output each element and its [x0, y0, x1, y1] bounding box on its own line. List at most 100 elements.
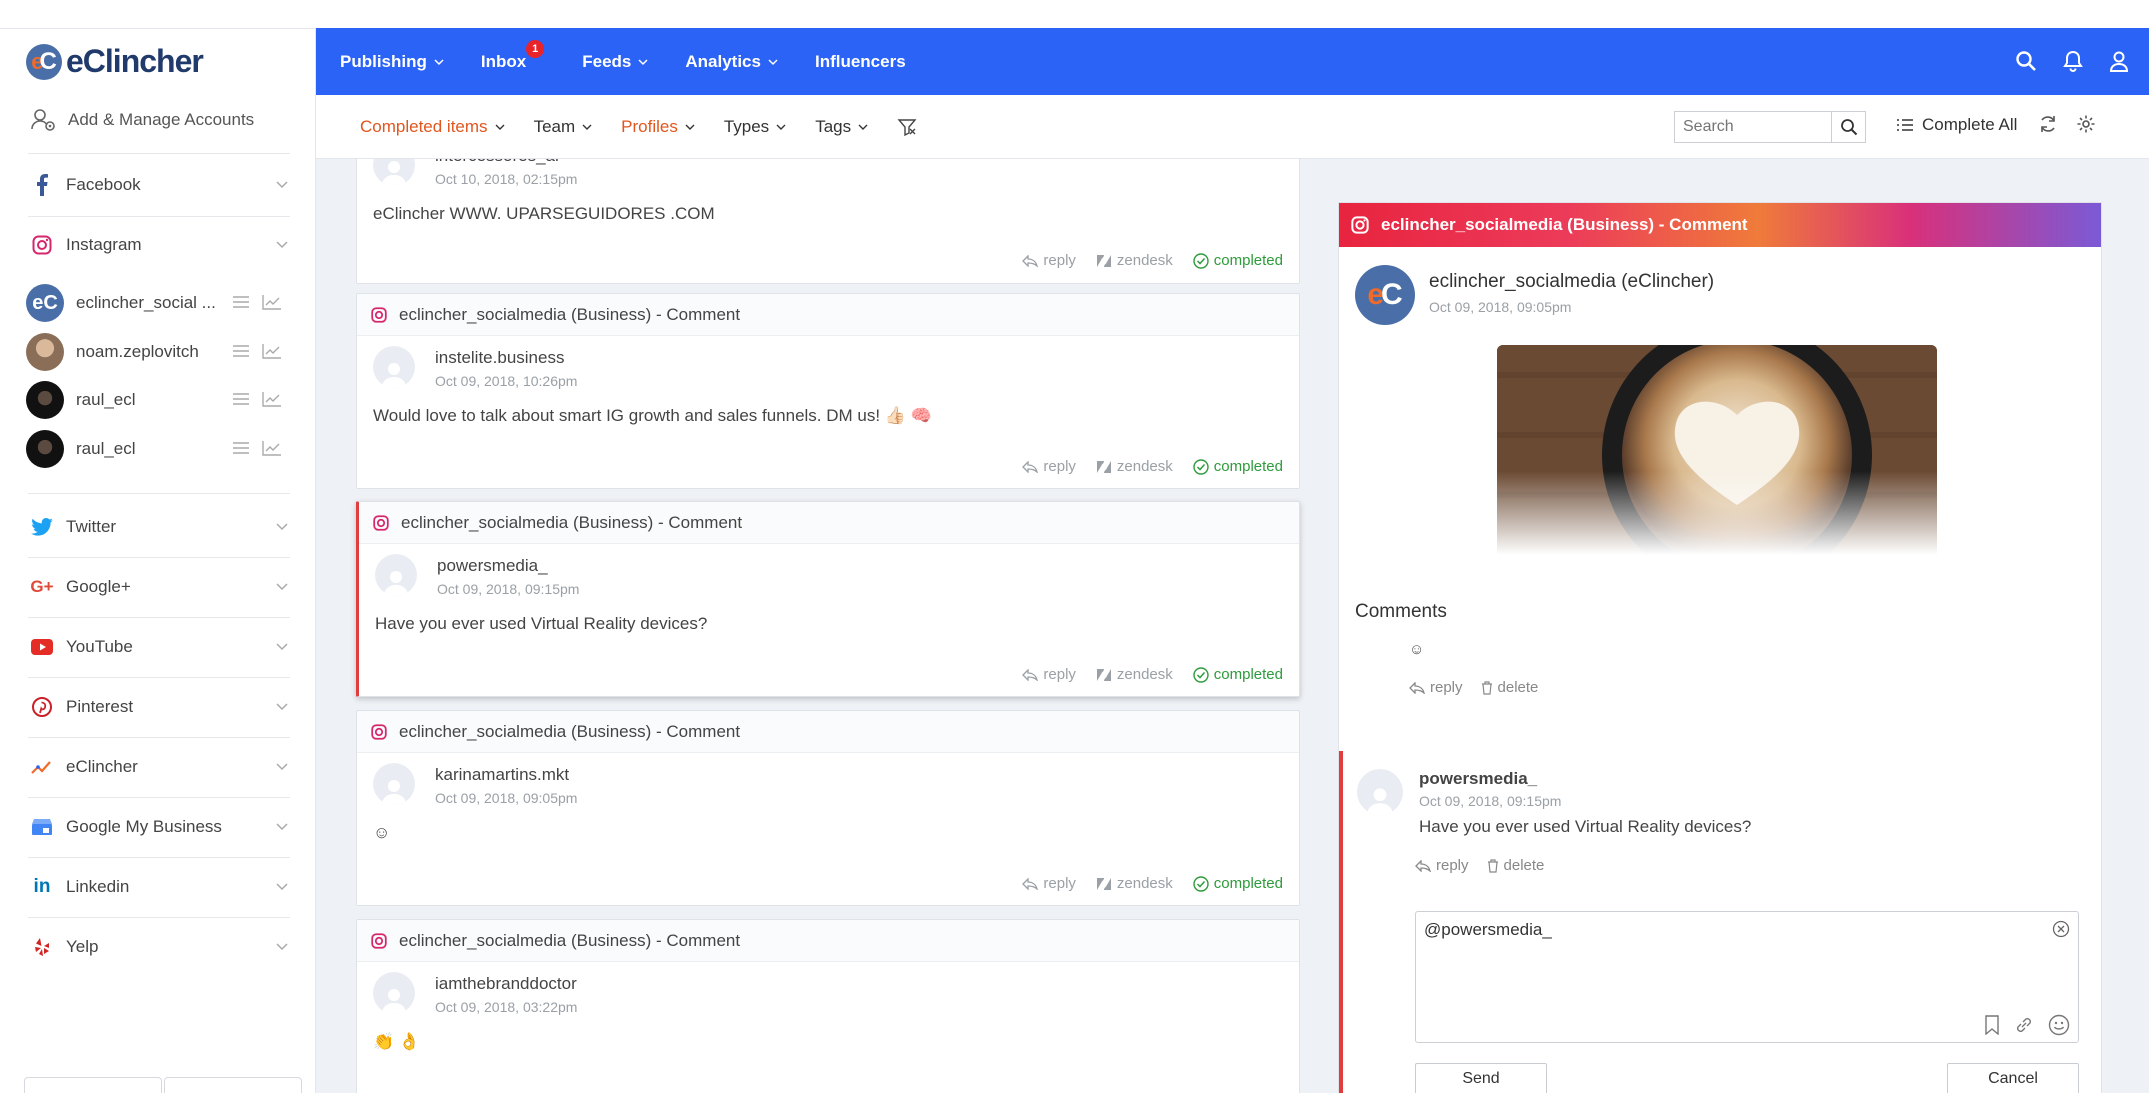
post-author-name[interactable]: eclincher_socialmedia (eClincher) [1429, 271, 1714, 293]
reply-input[interactable]: @powersmedia_ [1424, 920, 2044, 1010]
filter-team[interactable]: Team [534, 117, 594, 137]
add-manage-accounts-link[interactable]: Add & Manage Accounts [30, 107, 254, 133]
sidebar-network-pinterest[interactable]: Pinterest [28, 692, 290, 722]
delete-button[interactable]: delete [1481, 679, 1538, 696]
search-button[interactable] [1831, 112, 1865, 142]
filter-completed-items[interactable]: Completed items [360, 117, 506, 137]
chevron-down-icon [276, 823, 288, 831]
zendesk-button[interactable]: zendesk [1096, 666, 1173, 683]
check-circle-icon [1193, 875, 1209, 892]
filter-types[interactable]: Types [724, 117, 787, 137]
search-icon[interactable] [2015, 50, 2037, 72]
eclincher-icon [28, 759, 56, 775]
analytics-chart-icon[interactable] [262, 440, 282, 456]
linkedin-icon: in [33, 876, 51, 897]
add-accounts-label: Add & Manage Accounts [68, 110, 255, 129]
sidebar-network-youtube[interactable]: YouTube [28, 632, 290, 662]
link-icon[interactable] [2014, 1015, 2034, 1035]
complete-all-label: Complete All [1922, 115, 2018, 134]
user-icon[interactable] [2109, 50, 2129, 72]
feed-card[interactable]: eclincher_socialmedia (Business) - Comme… [356, 293, 1300, 489]
author-name[interactable]: karinamartins.mkt [435, 765, 577, 785]
sidebar-footer-button[interactable] [24, 1077, 162, 1093]
sidebar-network-yelp[interactable]: Yelp [28, 932, 290, 962]
sidebar-network-google-plus[interactable]: G+ Google+ [28, 572, 290, 602]
action-label: zendesk [1116, 875, 1173, 892]
nav-influencers[interactable]: Influencers [815, 52, 906, 72]
reply-button[interactable]: reply [1022, 458, 1076, 475]
filter-profiles[interactable]: Profiles [621, 117, 696, 137]
menu-lines-icon[interactable] [232, 391, 250, 407]
bell-icon[interactable] [2063, 50, 2083, 72]
instagram-icon [373, 514, 389, 531]
trash-icon [1481, 680, 1492, 695]
completed-toggle[interactable]: completed [1193, 458, 1283, 475]
reply-button[interactable]: reply [1022, 875, 1076, 892]
nav-inbox[interactable]: Inbox 1 [480, 39, 545, 72]
reply-button[interactable]: reply [1415, 857, 1469, 874]
completed-toggle[interactable]: completed [1193, 666, 1283, 683]
nav-feeds[interactable]: Feeds [582, 52, 649, 72]
sidebar-network-facebook[interactable]: Facebook [28, 170, 290, 200]
menu-lines-icon[interactable] [232, 343, 250, 359]
zendesk-button[interactable]: zendesk [1096, 458, 1173, 475]
zendesk-button[interactable]: zendesk [1096, 252, 1173, 269]
sidebar-network-label: eClincher [66, 757, 138, 776]
reply-button[interactable]: reply [1409, 679, 1463, 696]
gear-icon[interactable] [2076, 114, 2096, 134]
reply-button[interactable]: reply [1022, 252, 1076, 269]
emoji-icon[interactable] [2048, 1014, 2070, 1036]
analytics-chart-icon[interactable] [262, 391, 282, 407]
menu-lines-icon[interactable] [232, 294, 250, 310]
sidebar-network-instagram[interactable]: Instagram [28, 230, 290, 260]
refresh-icon[interactable] [2038, 114, 2058, 134]
clear-filter-icon[interactable] [897, 117, 917, 137]
zendesk-button[interactable]: zendesk [1096, 875, 1173, 892]
sidebar-network-linkedin[interactable]: in Linkedin [28, 872, 290, 902]
feed-card[interactable]: eclincher_socialmedia (Business) - Comme… [356, 919, 1300, 1093]
author-name[interactable]: instelite.business [435, 348, 577, 368]
sidebar-network-google-my-business[interactable]: Google My Business [28, 812, 290, 842]
instagram-account-row[interactable]: noam.zeplovitch [26, 333, 292, 371]
feed-card-selected[interactable]: eclincher_socialmedia (Business) - Comme… [356, 501, 1300, 697]
author-name[interactable]: iamthebranddoctor [435, 974, 577, 994]
reply-icon [1409, 681, 1425, 694]
divider [28, 737, 290, 738]
bookmark-icon[interactable] [1984, 1015, 2000, 1035]
nav-analytics[interactable]: Analytics [685, 52, 779, 72]
close-circle-icon[interactable] [2052, 920, 2070, 938]
analytics-chart-icon[interactable] [262, 343, 282, 359]
post-image[interactable] [1497, 345, 1937, 555]
sidebar-network-label: Yelp [66, 937, 99, 956]
complete-all-button[interactable]: Complete All [1896, 115, 2017, 135]
trash-icon [1487, 858, 1498, 873]
post-date: Oct 09, 2018, 09:05pm [1429, 299, 1572, 315]
filter-label: Team [533, 117, 576, 136]
divider [28, 153, 290, 154]
analytics-chart-icon[interactable] [262, 294, 282, 310]
instagram-account-row[interactable]: eC eclincher_social ... [26, 284, 292, 322]
send-button[interactable]: Send [1415, 1063, 1547, 1093]
sidebar-network-twitter[interactable]: Twitter [28, 512, 290, 542]
menu-lines-icon[interactable] [232, 440, 250, 456]
delete-button[interactable]: delete [1487, 857, 1544, 874]
filter-tags[interactable]: Tags [815, 117, 869, 137]
author-name[interactable]: intercessores_al [435, 159, 577, 166]
completed-toggle[interactable]: completed [1193, 875, 1283, 892]
instagram-account-row[interactable]: raul_ecl [26, 430, 292, 468]
feed-card[interactable]: intercessores_al Oct 10, 2018, 02:15pm e… [356, 159, 1300, 284]
divider [28, 857, 290, 858]
author-name[interactable]: powersmedia_ [437, 556, 579, 576]
sidebar-network-eclincher[interactable]: eClincher [28, 752, 290, 782]
brand-logo[interactable]: eC eClincher [26, 43, 204, 80]
reply-button[interactable]: reply [1022, 666, 1076, 683]
sidebar-footer-button[interactable] [164, 1077, 302, 1093]
nav-label: Inbox [480, 51, 527, 71]
comment-author-name[interactable]: powersmedia_ [1419, 769, 1751, 789]
completed-toggle[interactable]: completed [1193, 252, 1283, 269]
instagram-account-row[interactable]: raul_ecl [26, 381, 292, 419]
feed-card[interactable]: eclincher_socialmedia (Business) - Comme… [356, 710, 1300, 906]
cancel-button[interactable]: Cancel [1947, 1063, 2079, 1093]
nav-publishing[interactable]: Publishing [340, 52, 445, 72]
search-input[interactable] [1675, 112, 1831, 142]
